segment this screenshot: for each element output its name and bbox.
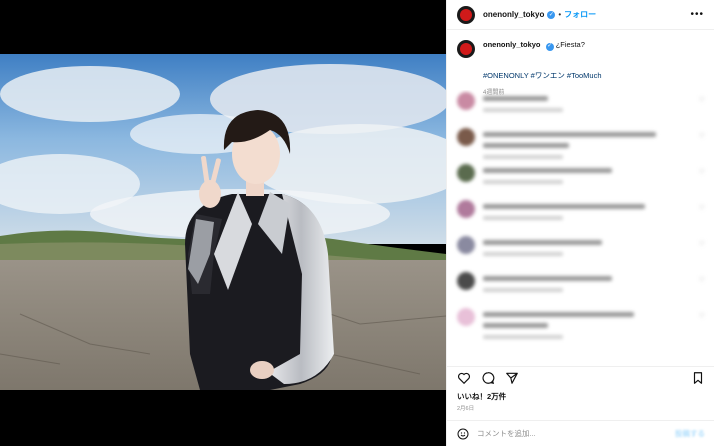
- comment-meta: [483, 155, 563, 159]
- post-comment-button[interactable]: 投稿する: [675, 428, 705, 439]
- comment-text: [483, 204, 645, 209]
- post-header: onenonly_tokyo ✓ • フォロー •••: [447, 0, 714, 30]
- comment-body: [483, 234, 699, 256]
- emoji-icon[interactable]: [457, 428, 469, 440]
- comment-meta: [483, 216, 563, 220]
- post-date: 2月6日: [457, 406, 475, 412]
- comment-item[interactable]: ♡: [447, 126, 714, 162]
- caption-body: ¿Fiesta?: [555, 40, 585, 49]
- add-comment-bar: 投稿する: [447, 420, 714, 446]
- comment-avatar[interactable]: [457, 92, 475, 110]
- brand-logo-icon: [460, 43, 472, 55]
- comment-like-icon[interactable]: ♡: [699, 132, 705, 140]
- post-side-panel: onenonly_tokyo ✓ • フォロー ••• onenonly_tok…: [446, 0, 714, 446]
- comment-text: [483, 132, 656, 137]
- caption: onenonly_tokyo ✓ ¿Fiesta?: [447, 30, 714, 58]
- comment-item[interactable]: ♡: [447, 270, 714, 306]
- bookmark-icon[interactable]: [691, 371, 705, 385]
- comment-text: [483, 168, 613, 173]
- comment-body: [483, 198, 699, 220]
- like-count[interactable]: いいね！2万件: [457, 391, 506, 402]
- comment-body: [483, 90, 699, 112]
- comment-text: [483, 276, 613, 281]
- caption-avatar[interactable]: [457, 40, 475, 58]
- comment-text: [483, 143, 570, 148]
- comment-body: [483, 162, 699, 184]
- heart-icon[interactable]: [457, 371, 471, 385]
- comment-like-icon[interactable]: ♡: [699, 240, 705, 248]
- comment-icon[interactable]: [481, 371, 495, 385]
- comment-avatar[interactable]: [457, 272, 475, 290]
- comment-like-icon[interactable]: ♡: [699, 312, 705, 320]
- post-image: [0, 54, 446, 390]
- comment-meta: [483, 335, 563, 339]
- action-bar: [447, 366, 714, 388]
- comment-item[interactable]: ♡: [447, 234, 714, 270]
- comment-item[interactable]: ♡: [447, 306, 714, 342]
- comment-avatar[interactable]: [457, 200, 475, 218]
- verified-badge-icon: ✓: [545, 42, 554, 51]
- comment-body: [483, 306, 699, 339]
- comment-input[interactable]: [477, 429, 675, 438]
- comment-text: [483, 323, 548, 328]
- comment-like-icon[interactable]: ♡: [699, 96, 705, 104]
- profile-avatar[interactable]: [457, 5, 475, 24]
- brand-logo-icon: [460, 8, 472, 21]
- comment-body: [483, 126, 699, 159]
- comment-avatar[interactable]: [457, 308, 475, 326]
- paper-plane-icon[interactable]: [505, 371, 519, 385]
- comment-like-icon[interactable]: ♡: [699, 204, 705, 212]
- comment-like-icon[interactable]: ♡: [699, 276, 705, 284]
- comment-meta: [483, 108, 563, 112]
- comment-meta: [483, 288, 563, 292]
- media-pane: [0, 0, 446, 446]
- comment-body: [483, 270, 699, 292]
- comment-text: [483, 240, 602, 245]
- post-photo[interactable]: [0, 54, 446, 390]
- comment-item[interactable]: ♡: [447, 90, 714, 126]
- header-separator: •: [558, 10, 562, 19]
- more-options-icon[interactable]: •••: [690, 9, 704, 20]
- verified-badge-icon: ✓: [547, 10, 556, 19]
- comment-item[interactable]: ♡: [447, 162, 714, 198]
- follow-button[interactable]: フォロー: [564, 9, 596, 20]
- comment-avatar[interactable]: [457, 164, 475, 182]
- comment-like-icon[interactable]: ♡: [699, 168, 705, 176]
- comment-item[interactable]: ♡: [447, 198, 714, 234]
- comment-text: [483, 312, 634, 317]
- comment-meta: [483, 180, 563, 184]
- comment-avatar[interactable]: [457, 236, 475, 254]
- comment-list: ♡ ♡ ♡ ♡ ♡ ♡ ♡: [447, 90, 714, 360]
- caption-hashtags[interactable]: #ONENONLY #ワンエン #TooMuch: [483, 70, 714, 81]
- comment-avatar[interactable]: [457, 128, 475, 146]
- comment-meta: [483, 252, 563, 256]
- caption-username[interactable]: onenonly_tokyo: [483, 40, 541, 49]
- caption-text: onenonly_tokyo ✓ ¿Fiesta?: [483, 40, 585, 58]
- comment-text: [483, 96, 548, 101]
- header-username[interactable]: onenonly_tokyo: [483, 10, 544, 19]
